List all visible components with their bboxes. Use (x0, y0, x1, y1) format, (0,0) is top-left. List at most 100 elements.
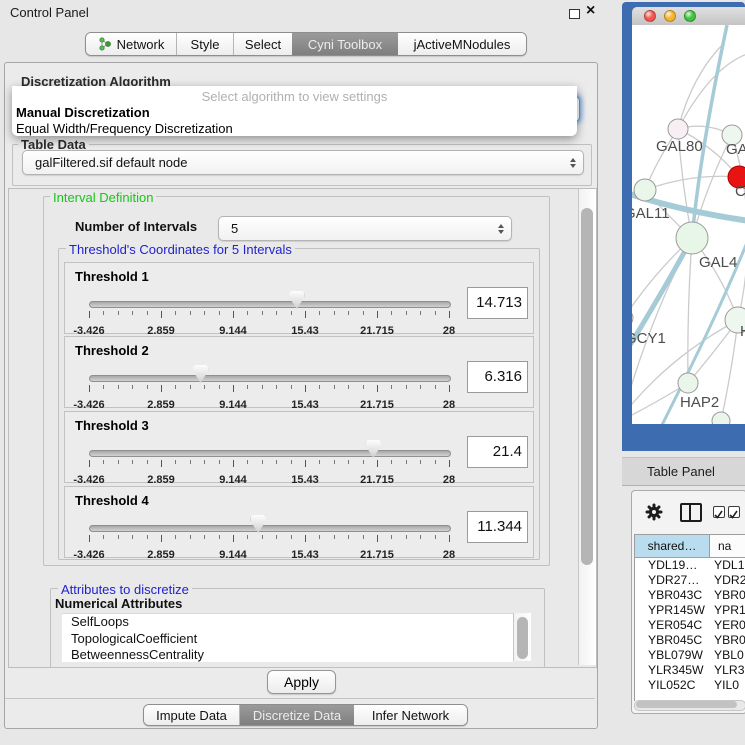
table-row[interactable]: YBR043CYBR0 (635, 588, 745, 603)
attribute-list-item[interactable]: SelfLoops (62, 614, 513, 631)
table-row[interactable]: YBR045CYBR0 (635, 633, 745, 648)
slider-track[interactable] (89, 301, 451, 308)
name-cell[interactable]: YLR3 (709, 663, 745, 678)
tab-cyni-toolbox[interactable]: Cyni Toolbox (292, 33, 398, 55)
table-row[interactable]: YIL052CYIL0 (635, 678, 745, 693)
name-cell[interactable]: YBR0 (709, 588, 745, 603)
network-node[interactable] (712, 412, 730, 424)
tab-network[interactable]: Network (86, 33, 177, 55)
tab-style-label: Style (191, 37, 220, 52)
network-edge[interactable] (721, 320, 738, 421)
table-panel-title: Table Panel (647, 464, 715, 479)
column-header-name[interactable]: na (710, 535, 745, 557)
table-row[interactable]: YPR145WYPR1 (635, 603, 745, 618)
network-node-label: GAL11 (632, 205, 670, 222)
shared-name-cell[interactable]: YLR345W (635, 663, 709, 678)
name-cell[interactable]: YER0 (709, 618, 745, 633)
checkbox-icon-2[interactable] (728, 506, 740, 518)
table-row[interactable]: YBL079WYBL0 (635, 648, 745, 663)
tab-style[interactable]: Style (177, 33, 234, 55)
gear-icon[interactable] (645, 503, 663, 521)
shared-name-cell[interactable]: YER054C (635, 618, 709, 633)
close-traffic-light-icon[interactable] (644, 10, 656, 22)
node-table-rows[interactable]: YDL19…YDL1YDR27…YDR2YBR043CYBR0YPR145WYP… (635, 558, 745, 701)
network-node[interactable] (634, 179, 656, 201)
threshold-coordinates-label: Threshold's Coordinates for 5 Intervals (66, 242, 295, 257)
tab-impute-data[interactable]: Impute Data (144, 705, 240, 725)
network-edge[interactable] (678, 53, 745, 129)
threshold-4-slider[interactable]: -3.4262.8599.14415.4321.71528 (65, 487, 465, 557)
checkbox-icon-1[interactable] (713, 506, 725, 518)
tab-select[interactable]: Select (234, 33, 292, 55)
dropdown-option-equal-width[interactable]: Equal Width/Frequency Discretization (16, 121, 233, 136)
network-edge[interactable] (692, 25, 727, 238)
vertical-scrollbar[interactable] (578, 189, 596, 665)
network-node-label: HAP2 (680, 394, 719, 411)
numerical-attributes-list[interactable]: SelfLoopsTopologicalCoefficientBetweenne… (62, 613, 513, 662)
network-window-titlebar[interactable] (632, 7, 745, 25)
attributes-list-scrollbar[interactable] (513, 613, 531, 661)
network-node-label: GCY1 (632, 330, 666, 347)
network-edge[interactable] (645, 176, 739, 190)
shared-name-cell[interactable]: YIL052C (635, 678, 709, 693)
threshold-4-value-field[interactable]: 11.344 (467, 511, 528, 543)
tab-infer-network[interactable]: Infer Network (354, 705, 467, 725)
network-node[interactable] (632, 309, 633, 327)
network-graph[interactable]: GAL80GACGAL11GAL4GCY1HHAP2 (632, 25, 745, 424)
network-node[interactable] (676, 222, 708, 254)
threshold-1-slider[interactable]: -3.4262.8599.14415.4321.71528 (65, 263, 465, 333)
table-row[interactable]: YDL19…YDL1 (635, 558, 745, 573)
table-horizontal-scrollbar-thumb[interactable] (636, 701, 737, 708)
name-cell[interactable]: YPR1 (709, 603, 745, 618)
table-panel-bar: Table Panel (622, 457, 745, 486)
threshold-1-value-field[interactable]: 14.713 (467, 287, 528, 319)
shared-name-cell[interactable]: YBL079W (635, 648, 709, 663)
shared-name-cell[interactable]: YBR045C (635, 633, 709, 648)
attributes-list-scrollbar-thumb[interactable] (517, 617, 528, 659)
name-cell[interactable]: YBL0 (709, 648, 745, 663)
minimize-traffic-light-icon[interactable] (664, 10, 676, 22)
network-edge[interactable] (688, 238, 692, 383)
table-row[interactable]: YER054CYER0 (635, 618, 745, 633)
attribute-list-item[interactable]: TopologicalCoefficient (62, 631, 513, 648)
tab-discretize-data[interactable]: Discretize Data (240, 705, 354, 725)
slider-track[interactable] (89, 525, 451, 532)
network-node[interactable] (678, 373, 698, 393)
number-of-intervals-combobox[interactable]: 5 (218, 216, 512, 241)
network-node[interactable] (668, 119, 688, 139)
zoom-traffic-light-icon[interactable] (684, 10, 696, 22)
name-cell[interactable]: YIL0 (709, 678, 745, 693)
network-edge[interactable] (732, 135, 745, 320)
number-of-intervals-value: 5 (219, 221, 491, 236)
attribute-list-item[interactable]: BetweennessCentrality (62, 647, 513, 662)
apply-button[interactable]: Apply (267, 670, 336, 694)
float-window-icon[interactable] (569, 9, 580, 19)
table-row[interactable]: YLR345WYLR3 (635, 663, 745, 678)
tab-infer-network-label: Infer Network (372, 708, 449, 723)
panel-title: Control Panel (10, 5, 89, 20)
close-icon[interactable]: × (586, 2, 595, 20)
shared-name-cell[interactable]: YPR145W (635, 603, 709, 618)
threshold-3-slider[interactable]: -3.4262.8599.14415.4321.71528 (65, 412, 465, 482)
threshold-2-slider[interactable]: -3.4262.8599.14415.4321.71528 (65, 337, 465, 407)
slider-track[interactable] (89, 375, 451, 382)
shared-name-cell[interactable]: YBR043C (635, 588, 709, 603)
shared-name-cell[interactable]: YDR27… (635, 573, 709, 588)
columns-icon[interactable] (680, 503, 702, 522)
dropdown-option-manual[interactable]: Manual Discretization (16, 105, 150, 120)
table-data-combobox[interactable]: galFiltered.sif default node (22, 150, 584, 175)
network-canvas[interactable]: GAL80GACGAL11GAL4GCY1HHAP2 (632, 25, 745, 424)
vertical-scrollbar-thumb[interactable] (581, 208, 593, 565)
content-divider (5, 698, 595, 699)
threshold-3-value-field[interactable]: 21.4 (467, 436, 528, 468)
shared-name-cell[interactable]: YDL19… (635, 558, 709, 573)
table-row[interactable]: YDR27…YDR2 (635, 573, 745, 588)
threshold-2-value-field[interactable]: 6.316 (467, 361, 528, 393)
name-cell[interactable]: YDL1 (709, 558, 745, 573)
name-cell[interactable]: YBR0 (709, 633, 745, 648)
tab-jactivemnodules[interactable]: jActiveMNodules (398, 33, 526, 55)
column-header-shared-name[interactable]: shared… (635, 535, 710, 557)
combo-stepper-icon (491, 221, 511, 237)
name-cell[interactable]: YDR2 (709, 573, 745, 588)
slider-track[interactable] (89, 450, 451, 457)
